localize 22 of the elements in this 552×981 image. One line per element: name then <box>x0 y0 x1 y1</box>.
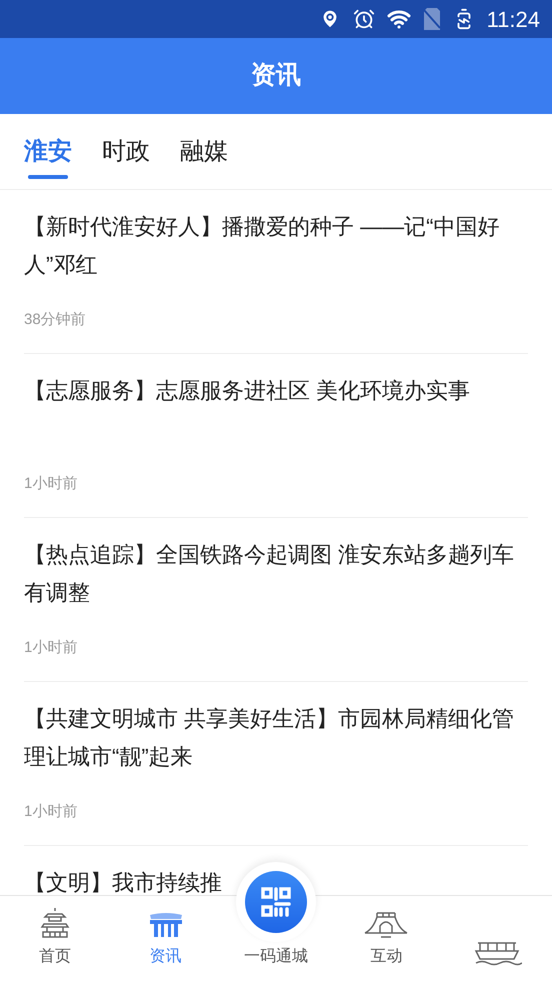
news-time: 1小时前 <box>24 638 78 658</box>
nav-tab[interactable]: 首页 <box>0 896 110 981</box>
alarm-icon <box>352 8 375 30</box>
news-title[interactable]: 【新时代淮安好人】播撒爱的种子 ——记“中国好人”邓红 <box>24 208 528 284</box>
news-title[interactable]: 【共建文明城市 共享美好生活】市园林局精细化管理让城市“靓”起来 <box>24 700 528 776</box>
news-time: 1小时前 <box>24 474 78 494</box>
status-time: 11:24 <box>486 6 540 34</box>
nav-tab[interactable]: 互动 <box>331 896 442 981</box>
news-title[interactable]: 【志愿服务】志愿服务进社区 美化环境办实事 <box>24 372 528 448</box>
pagoda-icon <box>38 907 72 939</box>
no-sim-icon <box>422 7 441 31</box>
header-title: 资讯 <box>251 60 301 92</box>
category-tab[interactable]: 淮安 <box>24 114 72 190</box>
nav-label[interactable]: 一码通城 <box>244 945 308 969</box>
news-title[interactable]: 【热点追踪】全国铁路今起调图 淮安东站多趟列车有调整 <box>24 536 528 612</box>
category-tab[interactable]: 时政 <box>102 114 150 190</box>
news-title[interactable]: 【文明】我市持续推 <box>24 864 528 895</box>
qr-code-icon <box>260 886 292 918</box>
news-time: 1小时前 <box>24 802 78 822</box>
news-time: 38分钟前 <box>24 310 87 330</box>
nav-tab[interactable]: 资讯 <box>110 896 221 981</box>
category-tab[interactable]: 融媒 <box>180 114 228 190</box>
